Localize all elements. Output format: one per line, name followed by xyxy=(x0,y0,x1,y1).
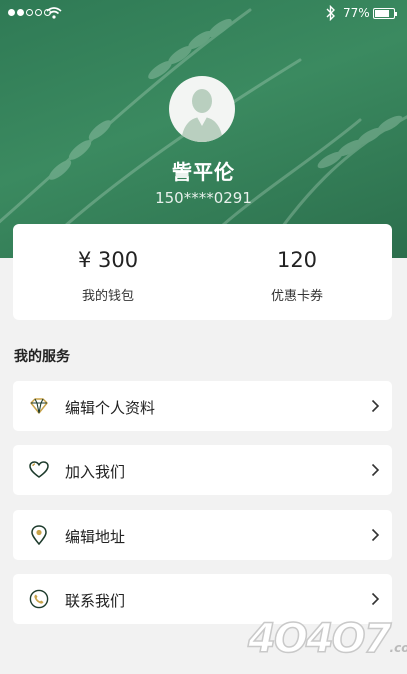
wallet-card: ¥ 300 我的钱包 120 优惠卡券 xyxy=(13,224,392,320)
coupon-label: 优惠卡券 xyxy=(270,289,323,304)
phone-icon xyxy=(29,589,49,609)
diamond-icon xyxy=(30,398,48,414)
user-silhouette-icon xyxy=(181,89,223,142)
cell-signal-icon xyxy=(8,9,51,16)
service-label: 编辑个人资料 xyxy=(65,399,156,417)
chevron-right-icon xyxy=(371,399,380,413)
battery-icon xyxy=(373,8,397,19)
wallet-balance-label: 我的钱包 xyxy=(81,289,134,304)
profile-header: 77% 訾平伦 150****0291 xyxy=(0,0,407,258)
wallet-balance[interactable]: ¥ 300 我的钱包 xyxy=(13,224,203,320)
chevron-right-icon xyxy=(371,528,380,542)
service-label: 联系我们 xyxy=(65,592,126,610)
coupon-count: 120 xyxy=(276,248,318,272)
service-label: 加入我们 xyxy=(65,463,126,481)
heart-icon xyxy=(29,461,49,478)
location-pin-icon xyxy=(31,525,47,545)
status-bar: 77% xyxy=(0,0,407,28)
service-edit-address[interactable]: 编辑地址 xyxy=(13,510,392,560)
bluetooth-icon xyxy=(326,5,335,21)
coupons[interactable]: 120 优惠卡券 xyxy=(202,224,392,320)
service-join-us[interactable]: 加入我们 xyxy=(13,445,392,495)
chevron-right-icon xyxy=(371,463,380,477)
user-phone: 150****0291 xyxy=(155,189,252,207)
services-title: 我的服务 xyxy=(14,349,70,365)
battery-percent: 77% xyxy=(343,6,370,20)
wallet-balance-value: ¥ 300 xyxy=(77,248,139,272)
site-watermark: 4O4O7.com xyxy=(247,615,407,663)
user-name: 訾平伦 xyxy=(172,160,235,184)
chevron-right-icon xyxy=(371,592,380,606)
service-label: 编辑地址 xyxy=(65,528,126,546)
wifi-icon xyxy=(46,7,62,19)
avatar[interactable] xyxy=(169,76,235,142)
service-edit-profile[interactable]: 编辑个人资料 xyxy=(13,381,392,431)
